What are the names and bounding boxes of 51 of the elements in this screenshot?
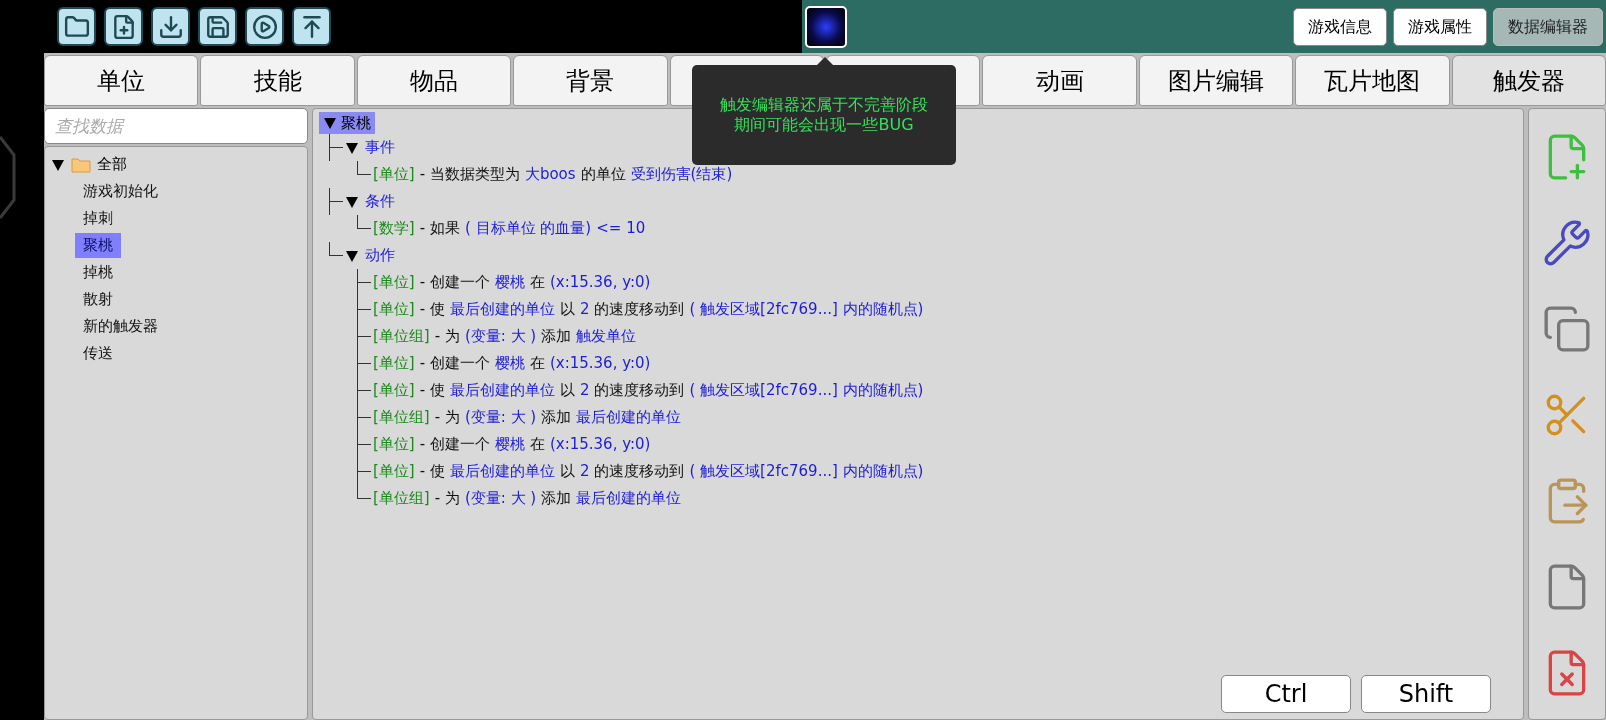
top-button[interactable]: 游戏属性 [1393, 7, 1487, 46]
tree-item[interactable]: 传送 [75, 341, 121, 366]
tab[interactable]: 图片编辑 [1138, 55, 1294, 106]
tab[interactable]: 触发器 [1451, 55, 1606, 106]
tree-item[interactable]: 新的触发器 [75, 314, 166, 339]
top-button[interactable]: 游戏信息 [1293, 7, 1387, 46]
modifier-key-button[interactable]: Ctrl [1221, 675, 1351, 713]
collapse-triangle-icon[interactable] [345, 140, 359, 155]
tree-item[interactable]: 散射 [75, 287, 121, 312]
trigger-statement[interactable]: [单位] - 创建一个 樱桃 在 (x:15.36, y:0) [373, 271, 651, 294]
folder-icon [71, 156, 91, 173]
trigger-statement[interactable]: [单位] - 使 最后创建的单位 以 2 的速度移动到 ( 触发区域[2fc769...] 内的随机点) [373, 379, 924, 402]
tree-item[interactable]: 游戏初始化 [75, 179, 166, 204]
collapse-triangle-icon[interactable] [345, 194, 359, 209]
tooltip-text: 触发编辑器还属于不完善阶段 [720, 95, 928, 115]
trigger-title[interactable]: 聚桃 [319, 112, 375, 134]
tree-item[interactable]: 掉刺 [75, 206, 121, 231]
tab[interactable]: 物品 [356, 55, 512, 106]
folder-icon[interactable] [57, 7, 96, 46]
trigger-statement[interactable]: [数学] - 如果 ( 目标单位 的血量) <= 10 [373, 217, 646, 240]
tree-item[interactable]: 聚桃 [75, 233, 121, 258]
trigger-statement[interactable]: [单位] - 使 最后创建的单位 以 2 的速度移动到 ( 触发区域[2fc769...] 内的随机点) [373, 460, 924, 483]
section-label[interactable]: 条件 [365, 190, 395, 213]
section-label[interactable]: 事件 [365, 136, 395, 159]
upload-icon[interactable] [292, 7, 331, 46]
search-field[interactable]: 查找数据 [44, 108, 308, 144]
save-icon[interactable] [198, 7, 237, 46]
tab[interactable]: 瓦片地图 [1295, 55, 1450, 106]
trigger-statement[interactable]: [单位组] - 为 (变量: 大 ) 添加 触发单位 [373, 325, 637, 348]
trigger-statement[interactable]: [单位组] - 为 (变量: 大 ) 添加 最后创建的单位 [373, 487, 682, 510]
play-icon[interactable] [245, 7, 284, 46]
tab[interactable]: 背景 [513, 55, 668, 106]
tab[interactable]: 动画 [982, 55, 1137, 106]
collapse-triangle-icon[interactable] [323, 116, 337, 130]
trigger-statement[interactable]: [单位组] - 为 (变量: 大 ) 添加 最后创建的单位 [373, 406, 682, 429]
trigger-statement[interactable]: [单位] - 创建一个 樱桃 在 (x:15.36, y:0) [373, 352, 651, 375]
tree-item[interactable]: 全部 [97, 153, 127, 176]
trigger-statement[interactable]: [单位] - 创建一个 樱桃 在 (x:15.36, y:0) [373, 433, 651, 456]
tab[interactable]: 技能 [200, 55, 355, 106]
tree-item[interactable]: 掉桃 [75, 260, 121, 285]
thumbnail-image[interactable] [805, 5, 847, 48]
new-file-icon[interactable] [104, 7, 143, 46]
download-icon[interactable] [151, 7, 190, 46]
trigger-statement[interactable]: [单位] - 当数据类型为 大boos 的单位 受到伤害(结束) [373, 163, 733, 186]
tooltip-text: 期间可能会出现一些BUG [734, 115, 914, 135]
tab[interactable]: 单位 [44, 55, 199, 106]
collapse-triangle-icon[interactable] [51, 157, 65, 172]
trigger-statement[interactable]: [单位] - 使 最后创建的单位 以 2 的速度移动到 ( 触发区域[2fc769...] 内的随机点) [373, 298, 924, 321]
section-label[interactable]: 动作 [365, 244, 395, 267]
modifier-key-button[interactable]: Shift [1361, 675, 1491, 713]
collapse-triangle-icon[interactable] [345, 248, 359, 263]
